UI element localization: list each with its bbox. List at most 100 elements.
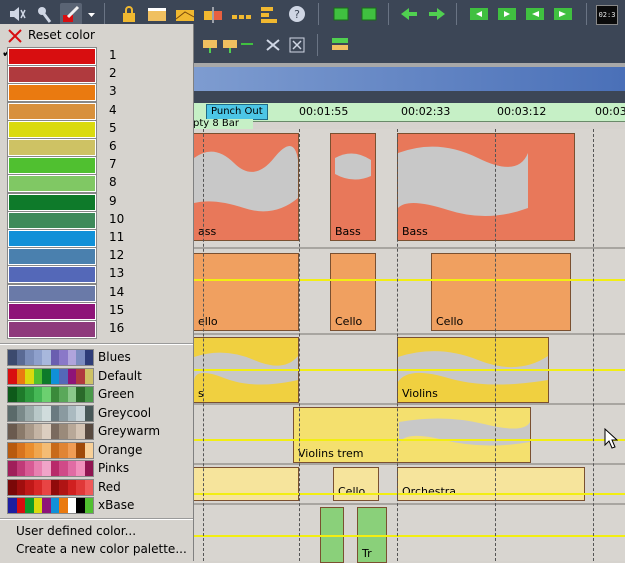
- clip-name: Cello: [335, 315, 363, 328]
- arrow-left-icon[interactable]: [398, 3, 420, 25]
- menu-separator: [0, 518, 193, 520]
- overview-strip[interactable]: [193, 67, 625, 91]
- rewind-icon[interactable]: [524, 3, 546, 25]
- align-icon[interactable]: [258, 3, 280, 25]
- volume-envelope[interactable]: [193, 279, 625, 281]
- color-swatch-item[interactable]: 1: [7, 47, 188, 66]
- green-square-right-icon[interactable]: [358, 3, 380, 25]
- color-swatch: [7, 210, 97, 230]
- palette-item[interactable]: Orange: [7, 441, 188, 460]
- color-number: 12: [109, 248, 125, 263]
- color-swatch: [7, 320, 97, 339]
- close-icon: [8, 29, 22, 43]
- envelope-icon[interactable]: [174, 3, 196, 25]
- palette-name: Pinks: [98, 461, 130, 475]
- palette-item[interactable]: Pinks: [7, 460, 188, 478]
- audio-clip-cello[interactable]: Cello: [431, 253, 571, 331]
- palette-item[interactable]: Greycool: [7, 404, 188, 423]
- volume-envelope[interactable]: [193, 439, 625, 441]
- color-swatch-item[interactable]: 15: [7, 301, 188, 321]
- clip-block-icon[interactable]: [146, 3, 168, 25]
- audio-clip-cello[interactable]: ello: [193, 253, 299, 331]
- gap-icon[interactable]: [230, 3, 252, 25]
- palette-name: Orange: [98, 442, 143, 457]
- palette-name: Greycool: [98, 405, 152, 420]
- color-number: 16: [109, 321, 125, 335]
- color-swatch-item[interactable]: 9: [7, 192, 188, 212]
- lane-divider: [193, 333, 625, 335]
- volume-envelope[interactable]: [193, 535, 625, 537]
- create-color-palette-item[interactable]: Create a new color palette...: [16, 542, 187, 556]
- move-clips-icon[interactable]: [201, 34, 257, 56]
- color-swatch: [7, 101, 97, 121]
- audio-clip-cello[interactable]: Cello: [330, 253, 376, 331]
- color-swatch: [7, 229, 97, 248]
- arrow-right-icon[interactable]: [426, 3, 448, 25]
- color-swatch-item[interactable]: 13: [7, 265, 188, 285]
- color-swatch: [7, 247, 97, 267]
- color-swatch-item[interactable]: 2: [7, 65, 188, 85]
- lock-icon[interactable]: [118, 3, 140, 25]
- tracks-icon[interactable]: [329, 34, 351, 56]
- palette-preview: [7, 460, 94, 477]
- palette-item[interactable]: Red: [7, 478, 188, 497]
- header-bar: [193, 91, 625, 103]
- color-swatch-item[interactable]: 7: [7, 156, 188, 176]
- volume-envelope[interactable]: [193, 493, 625, 495]
- color-dropdown-arrow-icon[interactable]: [84, 3, 98, 25]
- user-defined-color-item[interactable]: User defined color...: [16, 524, 136, 538]
- volume-envelope[interactable]: [193, 369, 625, 371]
- palette-name: Green: [98, 387, 135, 401]
- color-swatch: [7, 174, 97, 194]
- clip-name: ass: [198, 225, 217, 238]
- palette-item[interactable]: Green: [7, 386, 188, 404]
- lane-divider: [193, 247, 625, 249]
- color-swatch-item[interactable]: 5: [7, 119, 188, 139]
- color-swatch-item[interactable]: 14: [7, 283, 188, 303]
- audio-clip[interactable]: [193, 467, 299, 501]
- cut-icon[interactable]: [263, 34, 285, 56]
- clip-name: Orchestra: [402, 485, 457, 498]
- toolbar-separator: [317, 34, 318, 56]
- speaker-icon[interactable]: [6, 3, 28, 25]
- toolbar-separator: [388, 3, 389, 25]
- audio-clip-bass[interactable]: ass: [193, 133, 299, 241]
- color-swatch-item[interactable]: 6: [7, 138, 188, 157]
- palette-preview: [7, 367, 94, 385]
- color-swatch-item[interactable]: 4: [7, 101, 188, 121]
- audio-clip-bass[interactable]: Bass: [330, 133, 376, 241]
- color-number: 11: [109, 230, 125, 244]
- color-swatch-item[interactable]: 11: [7, 229, 188, 248]
- next-marker-icon[interactable]: [496, 3, 518, 25]
- track-name-label: pty 8 Bar: [193, 119, 253, 129]
- color-swatch-item[interactable]: 16: [7, 320, 188, 339]
- color-number: 15: [109, 302, 125, 317]
- palette-item[interactable]: Greywarm: [7, 423, 188, 441]
- green-square-icon[interactable]: [330, 3, 352, 25]
- audio-clip-cello[interactable]: Cello: [333, 467, 379, 501]
- palette-item[interactable]: Blues: [7, 349, 188, 367]
- color-swatch: [7, 47, 97, 66]
- color-swatch-item[interactable]: 10: [7, 210, 188, 230]
- color-picker-button[interactable]: [60, 3, 82, 25]
- palette-preview: [7, 497, 94, 514]
- color-swatch: [7, 156, 97, 176]
- color-swatch: [7, 65, 97, 85]
- audio-clip-orchestra[interactable]: Orchestra: [397, 467, 585, 501]
- split-icon[interactable]: [202, 3, 224, 25]
- palette-item[interactable]: xBase: [7, 497, 188, 515]
- color-swatch-item[interactable]: 3: [7, 83, 188, 103]
- audio-clip-bass[interactable]: Bass: [397, 133, 575, 241]
- tracks-area[interactable]: ass Bass Bass ello Cello Cello s Violins…: [193, 129, 625, 563]
- time-counter[interactable]: 02:3: [596, 5, 618, 25]
- clip-name: Cello: [436, 315, 464, 328]
- delete-icon[interactable]: [287, 34, 309, 56]
- palette-item[interactable]: Default: [7, 367, 188, 386]
- color-number: 14: [109, 284, 125, 299]
- help-icon[interactable]: ?: [286, 3, 308, 25]
- forward-icon[interactable]: [552, 3, 574, 25]
- color-swatch-item[interactable]: 8: [7, 174, 188, 194]
- brush-icon[interactable]: [33, 3, 55, 25]
- color-swatch-item[interactable]: 12: [7, 247, 188, 267]
- prev-marker-icon[interactable]: [468, 3, 490, 25]
